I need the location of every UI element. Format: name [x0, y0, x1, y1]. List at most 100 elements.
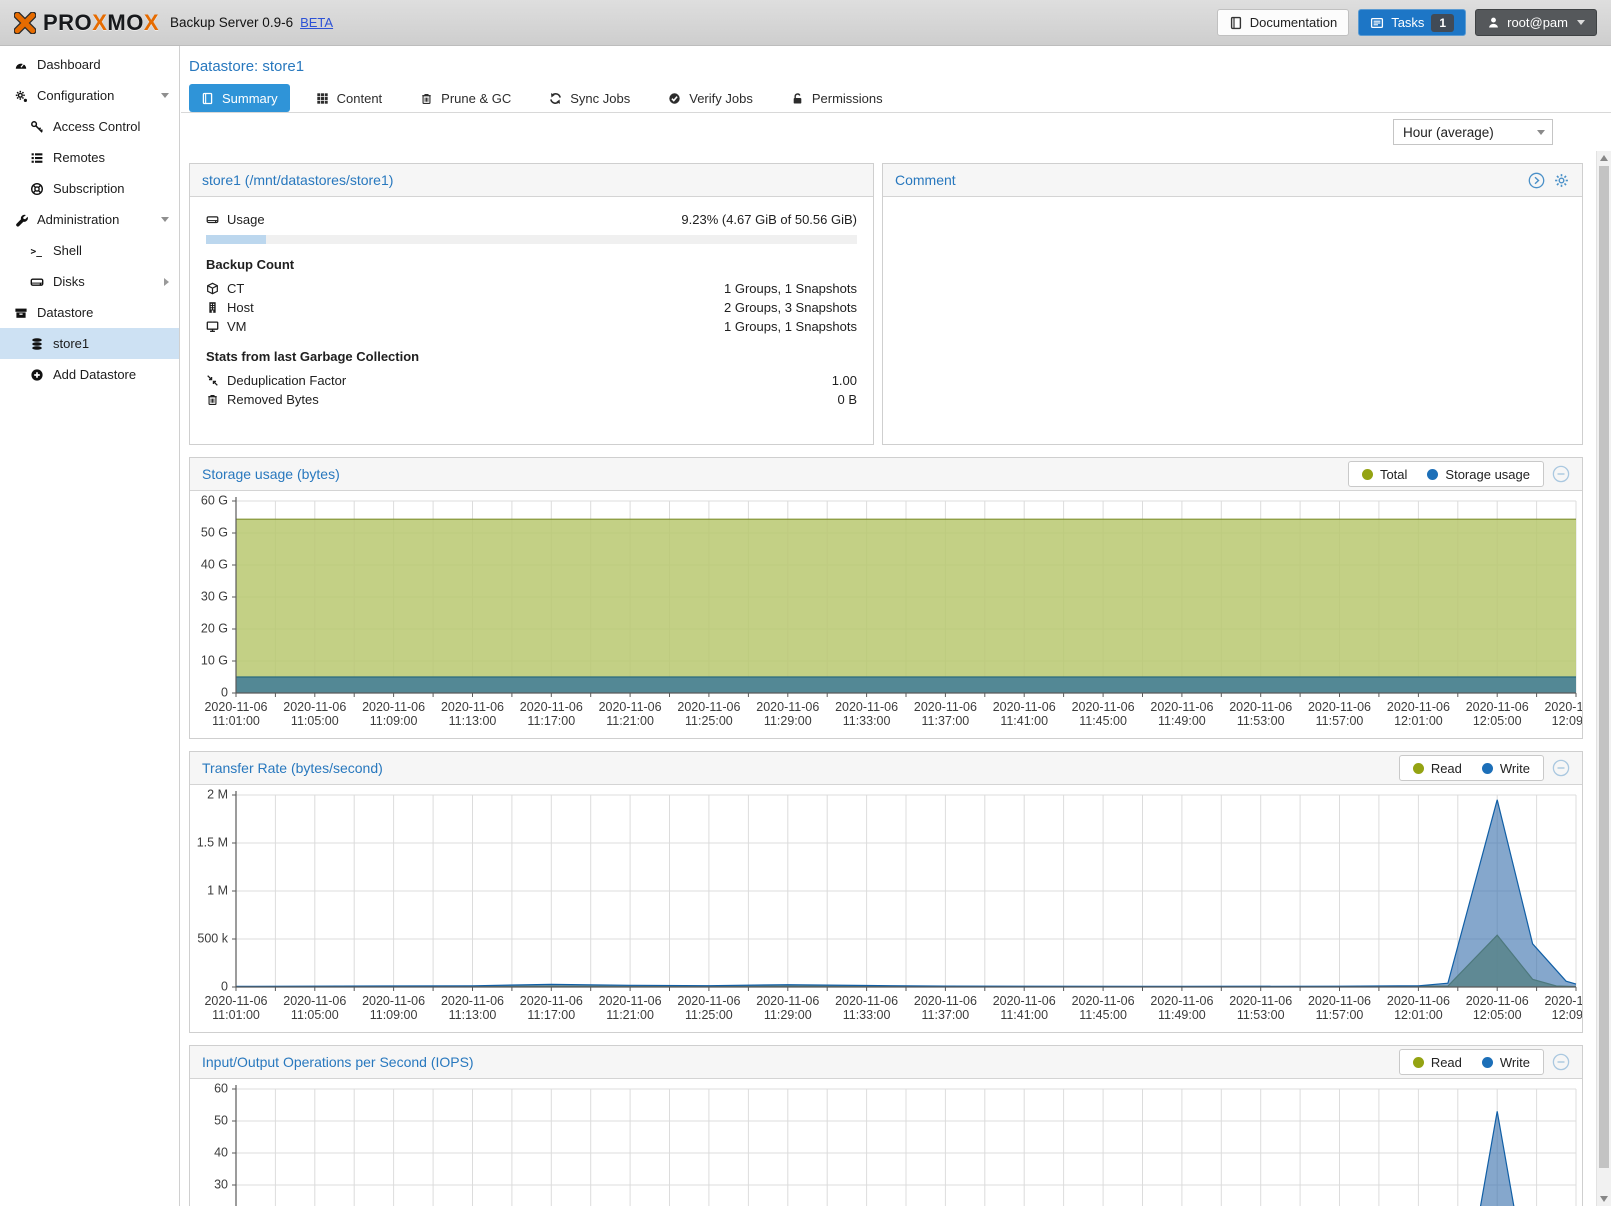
- tasks-button[interactable]: Tasks 1: [1358, 9, 1466, 36]
- toolbar: Hour (average): [181, 113, 1611, 151]
- svg-text:12:01:00: 12:01:00: [1394, 1008, 1443, 1022]
- svg-text:11:05:00: 11:05:00: [291, 714, 339, 728]
- sidebar-item-label: Dashboard: [37, 57, 101, 72]
- svg-text:11:37:00: 11:37:00: [922, 714, 970, 728]
- svg-text:2020-11-06: 2020-11-06: [677, 994, 740, 1008]
- tab-content[interactable]: Content: [304, 84, 395, 112]
- svg-text:60 G: 60 G: [201, 493, 228, 507]
- user-menu-button[interactable]: root@pam: [1475, 9, 1597, 36]
- legend-dot: [1413, 1057, 1424, 1068]
- app-header: PROXMOX Backup Server 0.9-6 BETA Documen…: [0, 0, 1611, 46]
- tab-summary[interactable]: Summary: [189, 84, 290, 112]
- wrench-icon: [12, 213, 30, 227]
- content-scroll-region: store1 (/mnt/datastores/store1): [181, 151, 1595, 1206]
- legend-item: Write: [1482, 1055, 1530, 1070]
- desktop-icon: [206, 320, 227, 333]
- svg-text:2020-11-06: 2020-11-06: [1544, 700, 1582, 714]
- vertical-scrollbar[interactable]: [1596, 151, 1611, 1206]
- removed-bytes-row: Removed Bytes 0 B: [206, 390, 857, 409]
- chart-legend: Read Write: [1399, 755, 1544, 781]
- sidebar-item-add-datastore[interactable]: Add Datastore: [0, 359, 179, 390]
- svg-text:11:57:00: 11:57:00: [1316, 1008, 1364, 1022]
- svg-text:11:01:00: 11:01:00: [212, 1008, 260, 1022]
- svg-text:2020-11-06: 2020-11-06: [677, 700, 740, 714]
- sidebar-item-administration[interactable]: Administration: [0, 204, 179, 235]
- chevron-down-icon: [161, 93, 169, 98]
- beta-link[interactable]: BETA: [300, 15, 333, 30]
- svg-text:11:49:00: 11:49:00: [1158, 714, 1206, 728]
- sidebar-item-dashboard[interactable]: Dashboard: [0, 49, 179, 80]
- collapse-icon[interactable]: [1552, 759, 1570, 777]
- chevron-right-icon: [164, 278, 169, 286]
- svg-text:2020-11-06: 2020-11-06: [1387, 994, 1450, 1008]
- svg-text:12:05:00: 12:05:00: [1473, 714, 1522, 728]
- sidebar-item-shell[interactable]: >_ Shell: [0, 235, 179, 266]
- sidebar-item-access-control[interactable]: Access Control: [0, 111, 179, 142]
- page-title: Datastore: store1: [181, 46, 1611, 75]
- sidebar-item-configuration[interactable]: Configuration: [0, 80, 179, 111]
- usage-progress-bar: [206, 235, 857, 244]
- svg-text:2020-11-06: 2020-11-06: [441, 994, 504, 1008]
- svg-text:2020-11-06: 2020-11-06: [1308, 700, 1371, 714]
- sidebar-item-subscription[interactable]: Subscription: [0, 173, 179, 204]
- collapse-icon[interactable]: [1552, 1053, 1570, 1071]
- tasks-icon: [1370, 16, 1384, 30]
- svg-text:30: 30: [214, 1177, 228, 1191]
- check-circle-icon: [668, 92, 681, 105]
- removed-bytes-value: 0 B: [837, 392, 857, 407]
- tab-bar: Summary Content Prune & GC: [181, 75, 1611, 112]
- sidebar-item-disks[interactable]: Disks: [0, 266, 179, 297]
- sidebar-item-label: Datastore: [37, 305, 93, 320]
- gc-stats-heading: Stats from last Garbage Collection: [206, 349, 857, 364]
- panel-title: Transfer Rate (bytes/second): [202, 760, 383, 776]
- svg-text:2020-11-06: 2020-11-06: [835, 994, 898, 1008]
- backup-count-heading: Backup Count: [206, 257, 857, 272]
- svg-text:11:13:00: 11:13:00: [449, 714, 497, 728]
- edit-comment-icon[interactable]: [1528, 172, 1545, 189]
- svg-text:10 G: 10 G: [201, 653, 228, 667]
- sidebar-item-label: Add Datastore: [53, 367, 136, 382]
- svg-text:11:25:00: 11:25:00: [685, 714, 733, 728]
- sidebar-item-remotes[interactable]: Remotes: [0, 142, 179, 173]
- svg-text:2020-11-06: 2020-11-06: [1150, 994, 1213, 1008]
- svg-text:2020-11-06: 2020-11-06: [914, 994, 977, 1008]
- timeframe-select[interactable]: Hour (average): [1393, 119, 1553, 145]
- svg-text:11:05:00: 11:05:00: [291, 1008, 339, 1022]
- scrollbar-thumb[interactable]: [1599, 166, 1609, 1168]
- panel-title: Comment: [895, 172, 956, 188]
- host-label: Host: [227, 300, 254, 315]
- hdd-icon: [206, 213, 227, 226]
- svg-text:2020-11-06: 2020-11-06: [204, 994, 267, 1008]
- tab-prune-gc[interactable]: Prune & GC: [408, 84, 523, 112]
- scroll-down-arrow-icon[interactable]: [1600, 1196, 1608, 1202]
- svg-text:30 G: 30 G: [201, 589, 228, 603]
- tab-permissions[interactable]: Permissions: [779, 84, 895, 112]
- comment-body[interactable]: [883, 197, 1582, 444]
- svg-text:2020-11-06: 2020-11-06: [1150, 700, 1213, 714]
- gear-icon[interactable]: [1553, 172, 1570, 189]
- usage-label: Usage: [227, 212, 265, 227]
- gears-icon: [12, 89, 30, 103]
- unlock-icon: [791, 92, 804, 105]
- sidebar-item-store1[interactable]: store1: [0, 328, 179, 359]
- tab-sync-jobs[interactable]: Sync Jobs: [537, 84, 642, 112]
- svg-text:20 G: 20 G: [201, 621, 228, 635]
- compress-icon: [206, 374, 227, 387]
- svg-text:2020-11-06: 2020-11-06: [362, 700, 425, 714]
- archive-icon: [12, 306, 30, 320]
- documentation-button[interactable]: Documentation: [1217, 9, 1349, 36]
- svg-text:2020-11-06: 2020-11-06: [599, 994, 662, 1008]
- sidebar-item-label: Remotes: [53, 150, 105, 165]
- ct-label: CT: [227, 281, 244, 296]
- sidebar-item-label: Shell: [53, 243, 82, 258]
- host-value: 2 Groups, 3 Snapshots: [724, 300, 857, 315]
- svg-text:1 M: 1 M: [207, 883, 228, 897]
- grid-icon: [316, 92, 329, 105]
- svg-text:11:09:00: 11:09:00: [370, 1008, 418, 1022]
- tab-verify-jobs[interactable]: Verify Jobs: [656, 84, 765, 112]
- svg-text:11:33:00: 11:33:00: [843, 714, 891, 728]
- sidebar-item-datastore[interactable]: Datastore: [0, 297, 179, 328]
- vm-label: VM: [227, 319, 247, 334]
- scroll-up-arrow-icon[interactable]: [1600, 155, 1608, 161]
- collapse-icon[interactable]: [1552, 465, 1570, 483]
